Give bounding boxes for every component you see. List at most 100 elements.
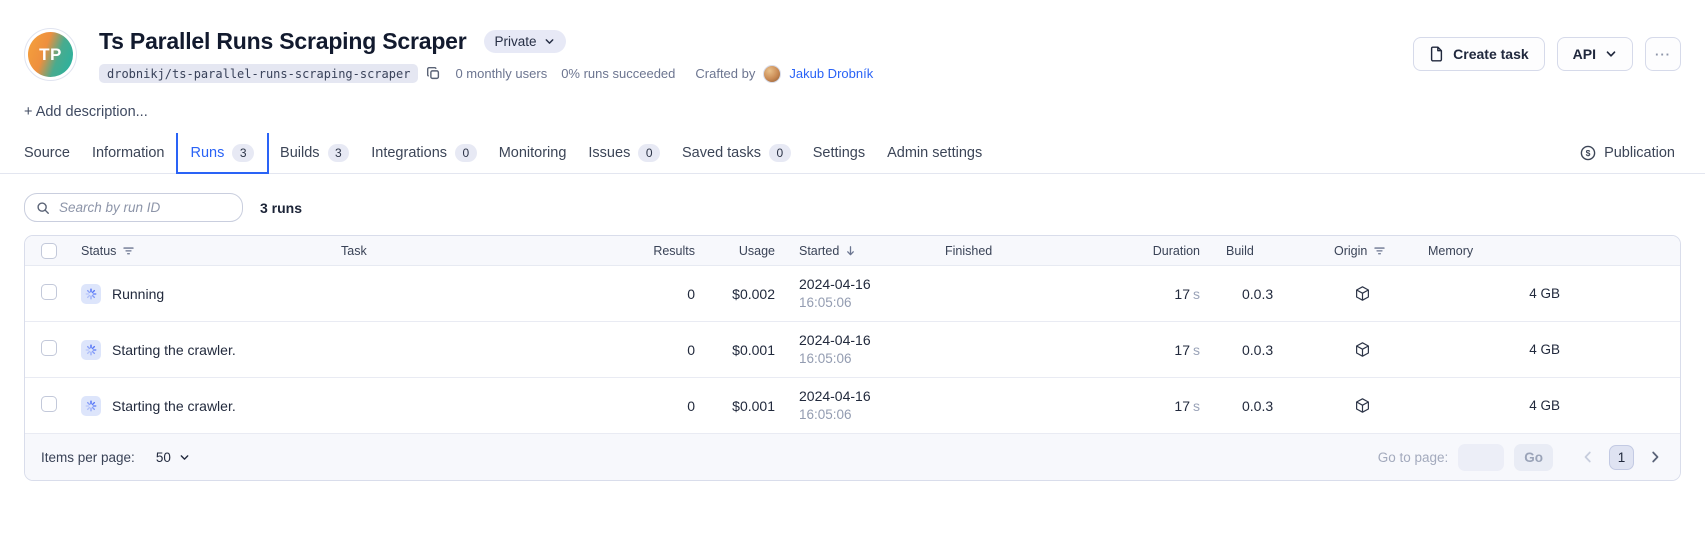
tab-source[interactable]: Source [13, 133, 81, 173]
tab-label: Issues [588, 145, 630, 161]
tab-admin-settings[interactable]: Admin settings [876, 133, 993, 173]
tab-label: Monitoring [499, 145, 567, 161]
tab-label: Admin settings [887, 145, 982, 161]
row-checkbox[interactable] [41, 284, 57, 300]
api-label: API [1573, 46, 1596, 62]
tab-count-badge: 3 [232, 144, 254, 162]
next-page-icon[interactable] [1646, 448, 1664, 466]
add-description-link[interactable]: + Add description... [24, 104, 148, 120]
run-origin [1310, 397, 1420, 414]
tab-issues[interactable]: Issues 0 [577, 133, 671, 173]
run-started: 2024-04-16 16:05:06 [775, 387, 945, 424]
crafted-by: Crafted by Jakub Drobník [695, 65, 873, 83]
tab-settings[interactable]: Settings [802, 133, 876, 173]
tab-integrations[interactable]: Integrations 0 [360, 133, 487, 173]
title-row: Ts Parallel Runs Scraping Scraper Privat… [99, 28, 1413, 55]
page-nav: 1 [1579, 445, 1664, 470]
running-spinner-icon [81, 284, 101, 304]
run-started-time: 16:05:06 [799, 406, 945, 424]
actor-logo: TP [24, 28, 77, 81]
run-duration: 17s [1095, 398, 1200, 414]
filter-icon[interactable] [122, 244, 135, 257]
more-actions-button[interactable]: ··· [1645, 37, 1681, 71]
tab-information[interactable]: Information [81, 133, 176, 173]
run-build: 0.0.3 [1200, 342, 1310, 358]
tab-monitoring[interactable]: Monitoring [488, 133, 578, 173]
column-results: Results [653, 244, 695, 258]
select-all-checkbox[interactable] [41, 243, 57, 259]
api-button[interactable]: API [1557, 37, 1633, 71]
column-build: Build [1226, 244, 1254, 258]
table-header-row: Status Task Results Usage Started Finish… [25, 236, 1680, 266]
row-checkbox[interactable] [41, 396, 57, 412]
run-usage: $0.001 [695, 342, 775, 358]
tab-saved-tasks[interactable]: Saved tasks 0 [671, 133, 802, 173]
create-task-button[interactable]: Create task [1413, 37, 1545, 71]
tab-runs[interactable]: Runs 3 [176, 133, 270, 174]
items-per-page-label: Items per page: [41, 450, 135, 465]
table-row[interactable]: Running 0 $0.002 2024-04-16 16:05:06 17s… [25, 266, 1680, 322]
run-memory: 4 GB [1420, 342, 1560, 357]
dollar-circle-icon: $ [1580, 145, 1596, 161]
column-started[interactable]: Started [799, 244, 839, 258]
package-icon [1354, 285, 1371, 302]
run-started-date: 2024-04-16 [799, 275, 945, 294]
visibility-badge-label: Private [495, 34, 537, 49]
chevron-down-icon [544, 36, 555, 47]
run-started-time: 16:05:06 [799, 294, 945, 312]
chevron-down-icon [179, 452, 190, 463]
prev-page-icon[interactable] [1579, 448, 1597, 466]
publication-button[interactable]: $ Publication [1574, 133, 1681, 173]
tab-label: Integrations [371, 145, 447, 161]
run-duration: 17s [1095, 286, 1200, 302]
tab-label: Runs [191, 145, 225, 161]
running-spinner-icon [81, 396, 101, 416]
column-task: Task [341, 244, 367, 258]
tab-label: Settings [813, 145, 865, 161]
table-row[interactable]: Starting the crawler. 0 $0.001 2024-04-1… [25, 378, 1680, 434]
run-started-date: 2024-04-16 [799, 331, 945, 350]
run-status-label: Starting the crawler. [112, 398, 236, 414]
run-results: 0 [605, 398, 695, 414]
tab-builds[interactable]: Builds 3 [269, 133, 360, 173]
filter-icon[interactable] [1373, 244, 1386, 257]
runs-succeeded: 0% runs succeeded [561, 66, 675, 81]
table-row[interactable]: Starting the crawler. 0 $0.001 2024-04-1… [25, 322, 1680, 378]
column-origin: Origin [1334, 244, 1367, 258]
run-duration-value: 17 [1174, 342, 1190, 358]
run-memory: 4 GB [1420, 398, 1560, 413]
runs-table: Status Task Results Usage Started Finish… [24, 235, 1681, 481]
crafted-by-label: Crafted by [695, 66, 755, 81]
search-icon [36, 201, 50, 215]
items-per-page-value: 50 [156, 450, 171, 465]
author-link[interactable]: Jakub Drobník [789, 66, 873, 81]
actor-header: TP Ts Parallel Runs Scraping Scraper Pri… [0, 0, 1705, 83]
run-usage: $0.001 [695, 398, 775, 414]
tab-label: Source [24, 145, 70, 161]
column-memory: Memory [1428, 244, 1473, 258]
svg-text:$: $ [1586, 148, 1591, 158]
page-title: Ts Parallel Runs Scraping Scraper [99, 28, 467, 55]
visibility-badge[interactable]: Private [484, 30, 566, 53]
run-started: 2024-04-16 16:05:06 [775, 275, 945, 312]
tab-label: Information [92, 145, 165, 161]
search-box [24, 193, 243, 222]
header-actions: Create task API ··· [1413, 28, 1681, 71]
go-button[interactable]: Go [1514, 444, 1553, 471]
run-duration-unit: s [1193, 398, 1200, 414]
page-number-button[interactable]: 1 [1609, 445, 1634, 470]
actor-logo-initials: TP [28, 32, 73, 77]
pagination-controls: Go to page: Go 1 [1378, 444, 1664, 471]
run-status-label: Running [112, 286, 164, 302]
tab-bar: Source Information Runs 3 Builds 3 Integ… [0, 133, 1705, 174]
items-per-page-select[interactable]: 50 [150, 449, 196, 466]
row-checkbox[interactable] [41, 340, 57, 356]
search-input[interactable] [57, 199, 231, 216]
go-to-page-label: Go to page: [1378, 450, 1449, 465]
run-duration: 17s [1095, 342, 1200, 358]
go-to-page-input[interactable] [1458, 444, 1504, 471]
copy-icon[interactable] [426, 66, 441, 81]
sort-desc-icon[interactable] [845, 245, 856, 257]
table-footer: Items per page: 50 Go to page: Go 1 [25, 434, 1680, 480]
task-file-icon [1429, 46, 1444, 62]
